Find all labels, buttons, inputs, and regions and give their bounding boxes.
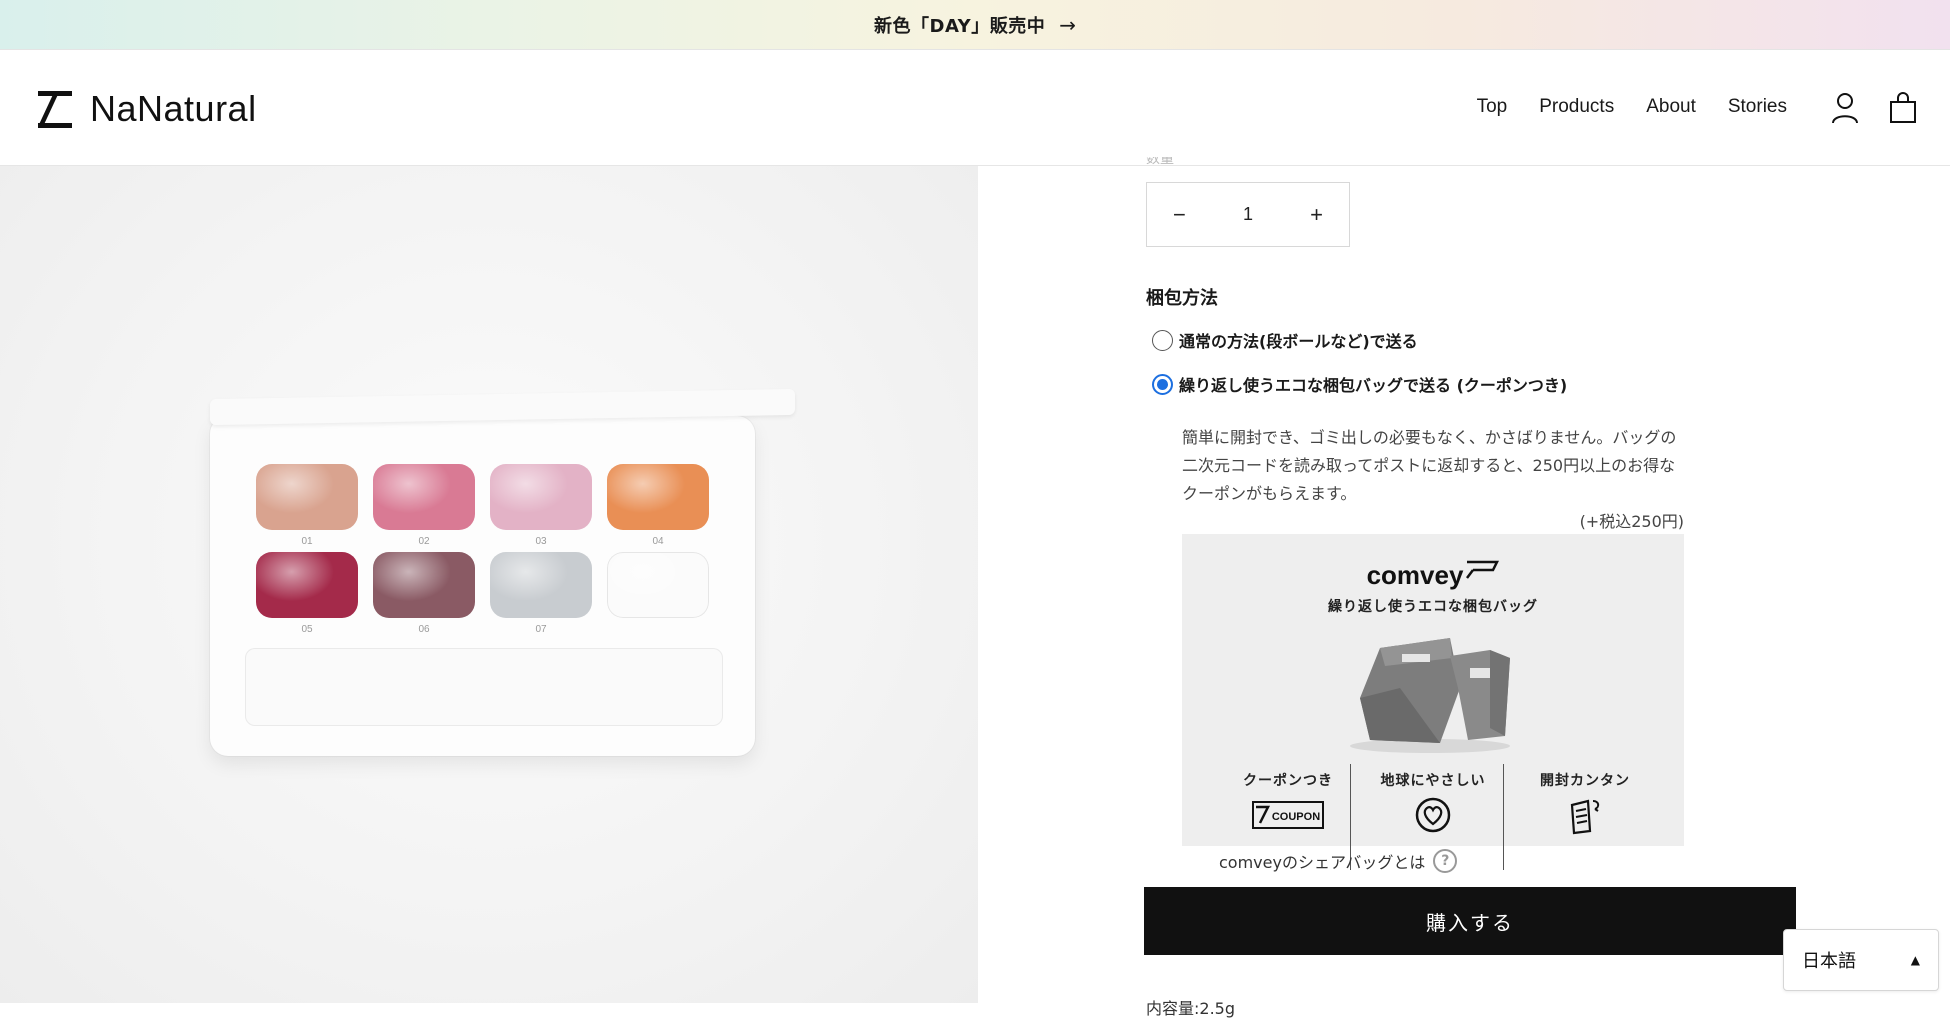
decrease-button[interactable]: − <box>1173 202 1186 228</box>
feature-divider <box>1503 764 1504 870</box>
nav-products[interactable]: Products <box>1539 96 1614 118</box>
announcement-bar[interactable]: 新色「DAY」販売中 → <box>0 0 1950 50</box>
color-pan <box>607 464 709 530</box>
comvey-logo: comvey <box>1182 560 1684 591</box>
feature-title: 地球にやさしい <box>1380 773 1486 789</box>
pan-number: 03 <box>535 536 547 547</box>
color-pan <box>373 552 475 618</box>
feature-earth: 地球にやさしい <box>1358 770 1508 833</box>
nav-about[interactable]: About <box>1646 96 1696 118</box>
language-label[interactable]: 日本語 <box>1802 947 1856 973</box>
radio-eco[interactable] <box>1152 373 1173 395</box>
pan-number: 06 <box>418 624 430 635</box>
radio-standard[interactable] <box>1152 329 1173 351</box>
bag-image <box>1350 638 1510 753</box>
feature-easy-open: 開封カンタン <box>1510 770 1660 835</box>
coupon-icon-text: COUPON <box>1272 811 1320 823</box>
color-pan <box>490 464 592 530</box>
pan-number: 07 <box>535 624 547 635</box>
feature-title: 開封カンタン <box>1540 773 1630 789</box>
cart-icon[interactable] <box>1888 92 1918 124</box>
product-image[interactable]: 01 02 03 04 05 06 07 <box>0 166 978 1003</box>
pan-number: 01 <box>301 536 313 547</box>
quantity-stepper: − 1 + <box>1146 182 1350 247</box>
packing-description: 簡単に開封でき、ゴミ出しの必要もなく、かさばりません。バッグの二次元コードを読み… <box>1182 428 1677 503</box>
logo-text: NaNatural <box>90 88 257 129</box>
quantity-label-cut: 数量 <box>1146 157 1174 165</box>
color-pan <box>607 552 709 618</box>
palette-lid <box>210 388 795 426</box>
comvey-flag-icon <box>1466 560 1500 579</box>
buy-button[interactable]: 購入する <box>1144 887 1796 955</box>
logo-mark-icon <box>38 90 72 128</box>
logo[interactable]: NaNatural <box>38 88 257 130</box>
pan-number: 05 <box>301 624 313 635</box>
account-icon[interactable] <box>1830 92 1860 124</box>
packing-option-label[interactable]: 通常の方法(段ボールなど)で送る <box>1179 328 1418 352</box>
language-selector[interactable]: 日本語 ▲ <box>1783 929 1939 991</box>
packing-option-label[interactable]: 繰り返し使うエコな梱包バッグで送る (クーポンつき) <box>1179 372 1567 396</box>
main-nav: Top Products About Stories <box>1477 96 1787 118</box>
price-note: (+税込250円) <box>1579 512 1684 531</box>
palette-mirror-tray <box>245 648 723 726</box>
comvey-info-link[interactable]: comveyのシェアバッグとは ? <box>1219 849 1458 873</box>
quantity-value[interactable]: 1 <box>1243 204 1253 225</box>
palette-case: 01 02 03 04 05 06 07 <box>210 388 795 756</box>
color-pan <box>490 552 592 618</box>
banner-subtitle: 繰り返し使うエコな梱包バッグ <box>1328 599 1538 615</box>
color-pan <box>373 464 475 530</box>
announcement-text[interactable]: 新色「DAY」販売中 <box>874 12 1045 38</box>
arrow-right-icon[interactable]: → <box>1059 13 1076 37</box>
question-icon[interactable]: ? <box>1433 849 1458 873</box>
nav-stories[interactable]: Stories <box>1728 96 1787 118</box>
increase-button[interactable]: + <box>1310 202 1323 228</box>
pan-number: 02 <box>418 536 430 547</box>
feature-title: クーポンつき <box>1243 773 1333 789</box>
pan-number: 04 <box>652 536 664 547</box>
comvey-banner: comvey 繰り返し使うエコな梱包バッグ クーポンつき COUPON 地球にや… <box>1182 534 1684 870</box>
caret-up-icon[interactable]: ▲ <box>1911 953 1920 967</box>
easy-open-icon <box>1549 798 1621 835</box>
packing-title: 梱包方法 <box>1146 288 1218 309</box>
site-header: NaNatural Top Products About Stories <box>0 50 1950 166</box>
packing-option-eco[interactable]: 繰り返し使うエコな梱包バッグで送る (クーポンつき) <box>1152 372 1567 396</box>
color-pan <box>256 464 358 530</box>
color-pan <box>256 552 358 618</box>
globe-heart-icon <box>1397 797 1469 833</box>
packing-option-standard[interactable]: 通常の方法(段ボールなど)で送る <box>1152 328 1418 352</box>
feature-coupon: クーポンつき COUPON <box>1213 770 1363 832</box>
nav-top[interactable]: Top <box>1477 96 1508 118</box>
comvey-link-text[interactable]: comveyのシェアバッグとは <box>1219 849 1425 873</box>
coupon-icon: COUPON <box>1252 798 1324 832</box>
content-volume-text: 内容量:2.5g <box>1146 999 1235 1018</box>
